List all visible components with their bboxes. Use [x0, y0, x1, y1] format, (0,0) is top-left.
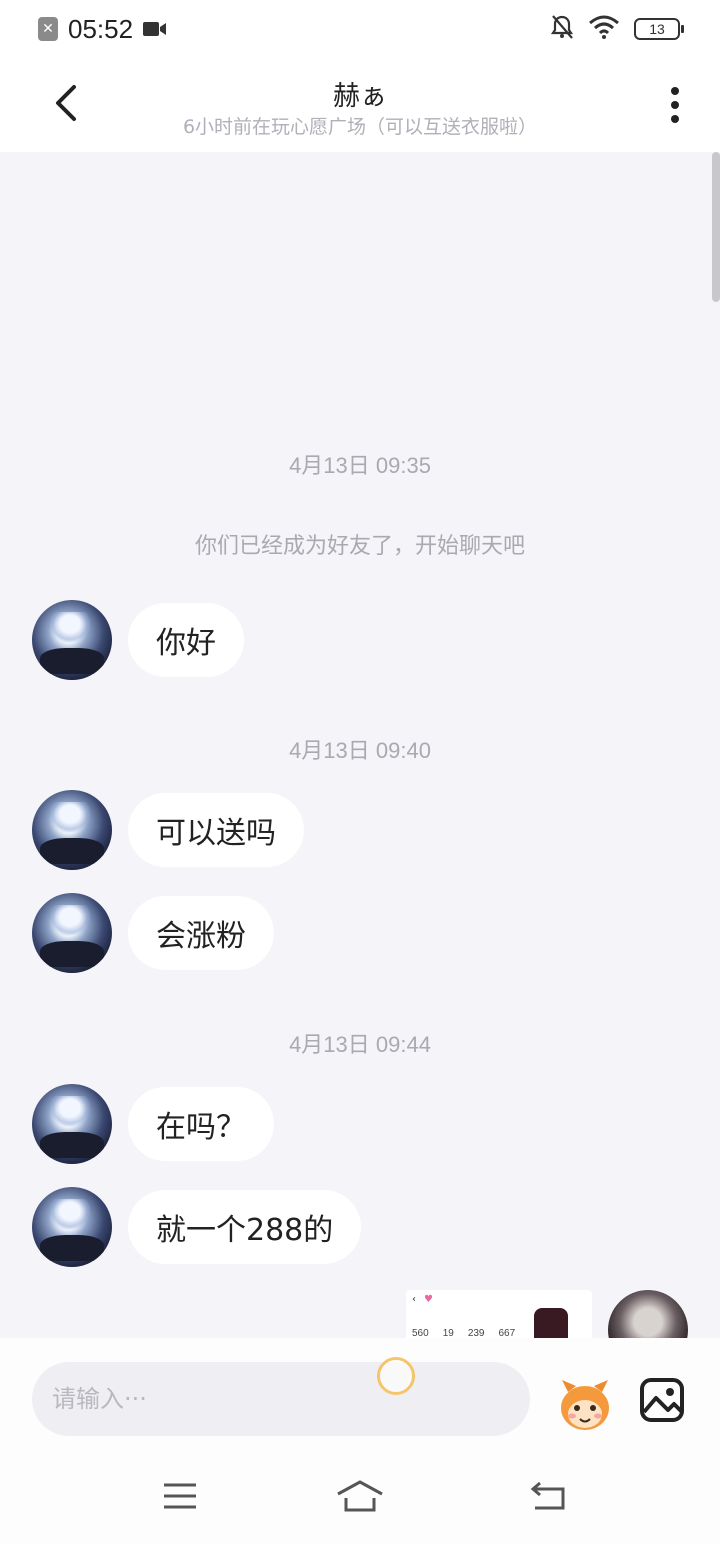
preview-stat: 560 [412, 1328, 429, 1338]
contact-avatar[interactable] [32, 600, 112, 680]
home-icon [337, 1480, 383, 1512]
contact-name: 赫ぁ [333, 81, 387, 112]
emoji-button[interactable] [554, 1374, 616, 1436]
contact-avatar[interactable] [32, 893, 112, 973]
message-bubble[interactable]: 你好 [128, 603, 244, 677]
message-bubble[interactable]: 就一个288的 [128, 1190, 362, 1264]
contact-status: 6小时前在玩心愿广场（可以互送衣服啦） [182, 116, 538, 138]
mascot-emoji-icon [561, 1380, 609, 1430]
preview-stats: 560 19 239 667 [412, 1328, 515, 1338]
more-options-button[interactable] [660, 80, 690, 130]
preview-heart-icon: ♥ [424, 1294, 433, 1305]
sim-error-icon: ✕ [38, 17, 58, 41]
message-row: 在吗？ [32, 1084, 274, 1164]
return-icon [530, 1481, 565, 1510]
chat-header: 赫ぁ 6小时前在玩心愿广场（可以互送衣服啦） [0, 58, 720, 152]
scrollbar[interactable] [712, 152, 720, 302]
back-nav-button[interactable] [518, 1476, 578, 1516]
more-dot-icon [671, 101, 679, 109]
home-button[interactable] [330, 1476, 390, 1516]
video-camera-icon [143, 20, 167, 38]
preview-stat: 667 [498, 1328, 516, 1338]
image-picker-button[interactable] [638, 1376, 686, 1424]
preview-figure-image [534, 1308, 568, 1338]
status-left: ✕ 05:52 [38, 14, 167, 45]
contact-avatar[interactable] [32, 1187, 112, 1267]
system-message: 你们已经成为好友了，开始聊天吧 [194, 534, 525, 559]
message-row: 就一个288的 [32, 1187, 362, 1267]
contact-avatar[interactable] [32, 1084, 112, 1164]
preview-toolbar: ‹ ♥ [406, 1290, 592, 1309]
status-time: 05:52 [68, 13, 134, 44]
message-row: 你好 [32, 600, 244, 680]
timestamp: 4月13日 09:35 [289, 453, 431, 478]
touch-indicator [377, 1357, 415, 1395]
contact-avatar[interactable] [32, 790, 112, 870]
message-row: 可以送吗 [32, 790, 304, 870]
self-avatar[interactable] [608, 1290, 688, 1338]
recent-apps-button[interactable] [150, 1476, 210, 1516]
status-bar: ✕ 05:52 13 [0, 0, 720, 58]
message-bubble[interactable]: 会涨粉 [128, 896, 274, 970]
more-dot-icon [671, 115, 679, 123]
chat-area[interactable]: 4月13日 09:35 你们已经成为好友了，开始聊天吧 你好 4月13日 09:… [0, 152, 720, 1338]
input-bar [0, 1338, 720, 1448]
more-dot-icon [671, 87, 679, 95]
mute-bell-icon [550, 14, 574, 44]
message-row: 会涨粉 [32, 893, 274, 973]
preview-back-icon: ‹ [412, 1294, 416, 1305]
message-bubble[interactable]: 在吗？ [128, 1087, 274, 1161]
battery-indicator: 13 [634, 18, 684, 40]
system-nav-bar [0, 1448, 720, 1544]
message-input[interactable] [32, 1362, 530, 1436]
preview-stat: 239 [467, 1328, 485, 1338]
wifi-icon [588, 15, 620, 43]
sent-image-preview[interactable]: ‹ ♥ 560 19 239 667 [406, 1290, 592, 1338]
message-bubble[interactable]: 可以送吗 [128, 793, 304, 867]
timestamp: 4月13日 09:44 [289, 1032, 431, 1057]
menu-icon [164, 1483, 196, 1509]
image-icon [640, 1378, 684, 1422]
preview-stat: 19 [442, 1328, 454, 1338]
timestamp: 4月13日 09:40 [289, 738, 431, 763]
status-right: 13 [550, 14, 684, 44]
